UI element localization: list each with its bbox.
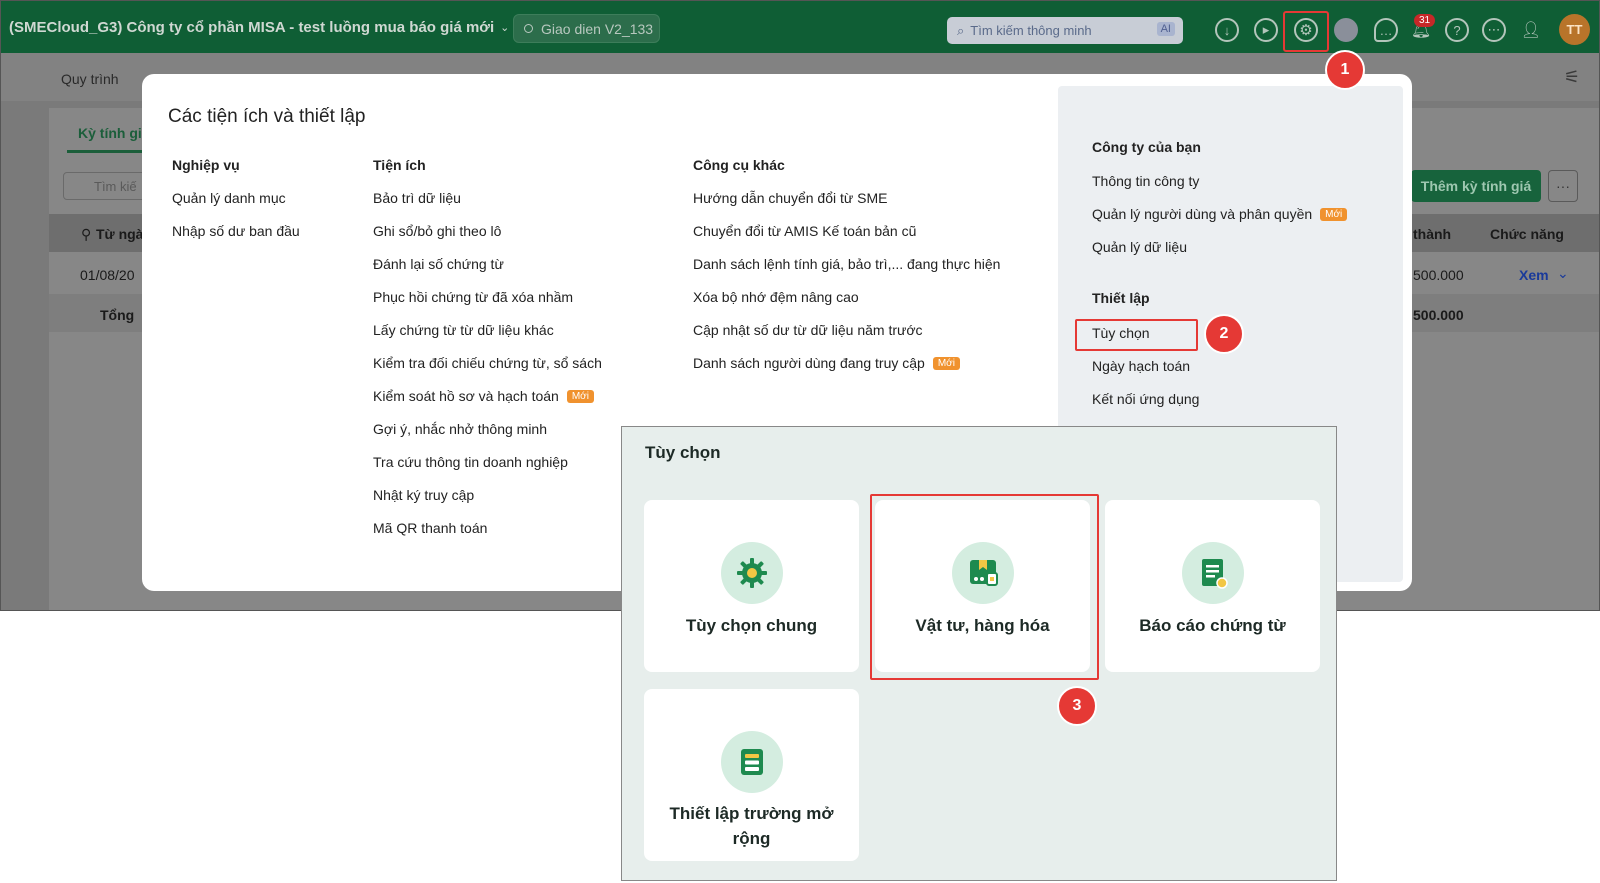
step-badge: 3 [1057,686,1097,726]
menu-item-label: Quản lý người dùng và phân quyền [1092,206,1313,222]
ui-version-label: Giao dien V2_133 [541,20,654,37]
top-bar: (SMECloud_G3) Công ty cổ phần MISA - tes… [1,1,1599,53]
pin-icon: ⚲ [81,226,92,242]
person-icon[interactable]: 👤︎ [1519,18,1543,42]
report-document-icon [1181,542,1244,604]
card-general-options[interactable]: Tùy chọn chung [644,500,859,672]
col-other-tools-header: Công cụ khác [693,157,785,173]
company-title[interactable]: (SMECloud_G3) Công ty cổ phần MISA - tes… [9,19,494,36]
filter-settings-icon[interactable]: ⚟ [1564,67,1580,88]
step-badge: 1 [1325,50,1365,90]
menu-item[interactable]: Danh sách người dùng đang truy cập Mới [693,355,960,371]
ai-tag: AI [1156,22,1175,36]
modal-title: Các tiện ích và thiết lập [168,106,366,127]
ui-version-button[interactable]: Giao dien V2_133 [513,14,660,43]
menu-item[interactable]: Xóa bộ nhớ đệm nâng cao [693,289,859,305]
smart-search-input[interactable]: ⌕ Tìm kiếm thông minh AI [947,17,1183,44]
menu-item[interactable]: Quản lý người dùng và phân quyền Mới [1092,206,1348,222]
notification-badge: 31 [1414,14,1436,27]
chat-icon[interactable]: … [1374,18,1398,42]
download-icon[interactable]: ↓ [1215,18,1239,42]
col-business-header: Nghiệp vụ [172,157,240,173]
menu-item[interactable]: Danh sách lệnh tính giá, bảo trì,... đan… [693,256,1000,272]
menu-item[interactable]: Quản lý danh mục [172,190,286,206]
user-avatar[interactable]: TT [1559,14,1590,45]
menu-item[interactable]: Ngày hạch toán [1092,358,1190,374]
list-search-input[interactable]: Tìm kiế [63,172,153,200]
more-options-button[interactable]: ··· [1548,170,1578,202]
process-menu[interactable]: Quy trình [61,71,119,87]
sum-amount: 500.000 [1413,307,1464,323]
play-icon[interactable]: ▸ [1254,18,1278,42]
gear-icon [720,542,783,604]
menu-item[interactable]: Cập nhật số dư từ dữ liệu năm trước [693,322,923,338]
menu-item[interactable]: Nhật ký truy cập [373,487,474,503]
menu-item[interactable]: Đánh lại số chứng từ [373,256,504,272]
menu-item[interactable]: Ghi sổ/bỏ ghi theo lô [373,223,501,239]
user-avatar-icon[interactable] [1334,18,1358,42]
menu-item[interactable]: Bảo trì dữ liệu [373,190,461,206]
menu-item[interactable]: Chuyển đổi từ AMIS Kế toán bản cũ [693,223,916,239]
menu-item[interactable]: Gợi ý, nhắc nhở thông minh [373,421,547,437]
card-label: Tùy chọn chung [685,616,818,635]
new-badge: Mới [1320,208,1348,221]
sparkle-search-icon: ⌕ [957,22,965,38]
menu-item[interactable]: Nhập số dư ban đầu [172,223,300,239]
view-link[interactable]: Xem [1519,267,1549,283]
card-extended-fields[interactable]: Thiết lập trường mở rộng [644,689,859,861]
menu-item-label: Danh sách người dùng đang truy cập [693,355,925,371]
menu-item[interactable]: Quản lý dữ liệu [1092,239,1187,255]
sum-label: Tổng [100,307,135,323]
header-total: thành [1413,226,1452,242]
tab-underline [67,150,145,153]
options-highlight [1075,319,1198,351]
menu-item[interactable]: Kiểm tra đối chiếu chứng từ, sổ sách [373,355,602,371]
options-title: Tùy chọn [645,443,721,462]
more-circle-icon[interactable]: ⋯ [1482,18,1506,42]
col-utilities-header: Tiện ích [373,157,426,173]
card-label: Báo cáo chứng từ [1139,616,1286,635]
new-badge: Mới [566,390,594,403]
search-placeholder: Tìm kiếm thông minh [970,23,1092,38]
menu-item[interactable]: Phục hồi chứng từ đã xóa nhầm [373,289,573,305]
new-badge: Mới [932,357,960,370]
help-icon[interactable]: ? [1445,18,1469,42]
card-label: Thiết lập trường mở rộng [669,804,834,848]
menu-item-label: Kiểm soát hồ sơ và hạch toán [373,388,559,404]
tab-pricing-period[interactable]: Kỳ tính giá [78,125,150,141]
inventory-card-highlight [870,494,1099,680]
menu-item[interactable]: Hướng dẫn chuyển đổi từ SME [693,190,887,206]
menu-item[interactable]: Tra cứu thông tin doanh nghiệp [373,454,568,470]
menu-item[interactable]: Kết nối ứng dụng [1092,391,1199,407]
chevron-down-icon[interactable]: ⌄ [1557,265,1569,282]
list-fields-icon [720,731,783,793]
menu-item[interactable]: Thông tin công ty [1092,173,1199,189]
row-amount: 500.000 [1413,267,1464,283]
chevron-down-icon[interactable]: ⌄ [500,21,509,34]
circle-icon [524,24,533,33]
list-search-placeholder: Tìm kiế [94,179,137,194]
gear-highlight [1283,11,1329,52]
menu-item[interactable]: Kiểm soát hồ sơ và hạch toán Mới [373,388,594,404]
menu-item[interactable]: Mã QR thanh toán [373,520,487,536]
add-pricing-period-button[interactable]: Thêm kỳ tính giá [1411,170,1541,202]
company-header: Công ty của bạn [1092,139,1201,155]
header-actions: Chức năng [1490,226,1564,242]
step-badge: 2 [1204,314,1244,354]
row-date: 01/08/20 [80,267,135,283]
settings-header: Thiết lập [1092,290,1150,306]
menu-item[interactable]: Lấy chứng từ từ dữ liệu khác [373,322,554,338]
card-voucher-reports[interactable]: Báo cáo chứng từ [1105,500,1320,672]
